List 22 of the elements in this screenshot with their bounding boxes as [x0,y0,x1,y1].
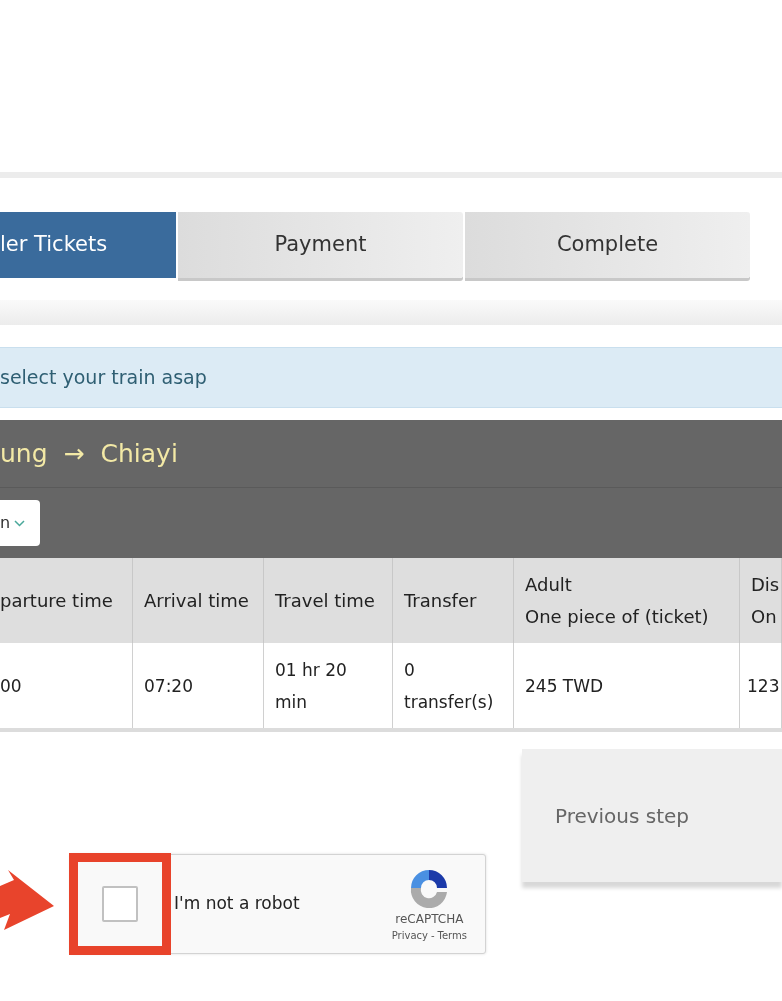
chevron-icon [14,519,26,527]
step-tab[interactable]: Complete [465,212,750,278]
step-tab[interactable]: ler Tickets [0,212,176,278]
table-cell-text: 123 [747,674,780,698]
captcha-brand: reCAPTCHA [395,910,464,928]
captcha-label: I'm not a robot [174,892,300,916]
table-cell-text: 0 transfer(s) [404,658,495,714]
train-select[interactable]: n [0,500,40,546]
previous-step-button[interactable]: Previous step [522,749,782,882]
origin-station: ung [0,437,48,470]
table-cell-text: 00 [0,674,22,698]
checkbox[interactable] [102,886,138,922]
terms-link[interactable]: Terms [437,927,467,943]
table-cell-text: 01 hr 20 min [275,658,348,714]
privacy-link[interactable]: Privacy [391,927,428,943]
notice-text: select your train asap [0,365,207,391]
step-tab[interactable]: Payment [178,212,463,278]
table-cell-text: 07:20 [144,674,193,698]
link-separator: - [430,928,435,943]
arrow-glyph: → [63,437,85,470]
destination-station: Chiayi [100,437,178,470]
table-cell-text: 245 TWD [525,674,604,698]
